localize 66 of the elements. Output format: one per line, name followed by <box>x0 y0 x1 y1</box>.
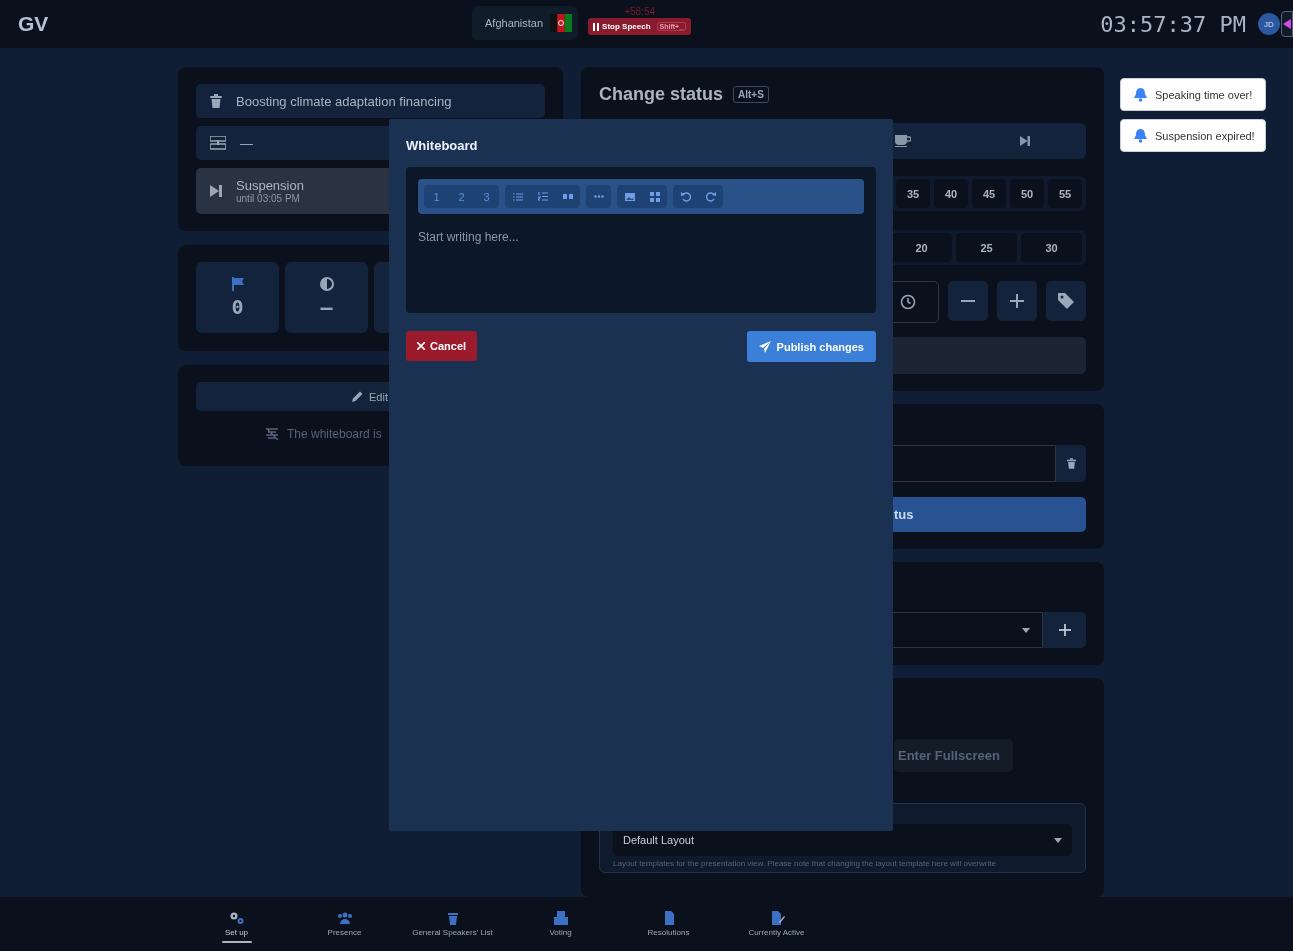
tag-icon <box>1058 293 1074 309</box>
tag-button[interactable] <box>1046 281 1086 321</box>
stat-value: 0 <box>231 294 244 319</box>
minus-icon <box>961 300 975 302</box>
add-button[interactable] <box>1043 612 1086 649</box>
notification-toast: Speaking time over! <box>1120 78 1266 111</box>
cancel-button[interactable]: Cancel <box>406 331 478 361</box>
flag-icon <box>231 276 244 291</box>
caret-icon <box>1022 627 1030 633</box>
paper-plane-icon <box>758 340 771 353</box>
status-until: until 03:05 PM <box>236 193 301 204</box>
clock: 03:57:37 PM <box>1100 11 1246 37</box>
minutes-button[interactable]: 55 <box>1048 179 1082 208</box>
plus-icon <box>1058 624 1071 637</box>
close-icon <box>417 342 425 350</box>
minutes-button[interactable]: 20 <box>891 233 952 262</box>
bell-icon <box>1134 128 1147 143</box>
minutes-button[interactable]: 30 <box>1021 233 1082 262</box>
pencil-icon <box>352 391 363 402</box>
shortcut-hint: Alt+S <box>733 86 769 103</box>
notification-toast: Suspension expired! <box>1120 119 1266 152</box>
flag-icon <box>550 14 573 32</box>
layout-help-text: Layout templates for the presentation view. Please note that changing the layout template here will overwrite <box>613 859 997 869</box>
speech-timer: +58:54 <box>624 6 656 18</box>
skip-forward-icon[interactable] <box>1020 136 1031 146</box>
nav-tab[interactable]: Presence <box>290 897 399 951</box>
status-label: Suspension <box>236 178 304 193</box>
publish-button[interactable]: Publish changes <box>746 331 876 362</box>
nav-tab[interactable]: Set up <box>182 897 291 951</box>
skip-forward-icon <box>210 185 222 197</box>
text-off-icon <box>265 428 279 440</box>
people-icon <box>336 911 353 925</box>
app-logo[interactable]: GV <box>18 12 49 36</box>
plus-icon <box>1010 294 1024 308</box>
minutes-button[interactable]: 40 <box>934 179 968 208</box>
trash-icon <box>210 94 222 108</box>
minutes-button[interactable]: 25 <box>956 233 1017 262</box>
minutes-button[interactable]: 35 <box>896 179 930 208</box>
gears-icon <box>228 911 245 925</box>
pause-icon <box>593 22 600 31</box>
topic-row[interactable]: Boosting climate adaptation financing <box>196 84 545 118</box>
contrast-icon <box>319 276 334 291</box>
nav-tab[interactable]: Currently Active <box>722 897 831 951</box>
empty-whiteboard-note: The whiteboard is <box>287 427 382 441</box>
sidebar-handle[interactable] <box>1281 11 1293 37</box>
trash-icon <box>1066 458 1076 470</box>
nav-tab[interactable]: Resolutions <box>614 897 723 951</box>
dialog-title: Whiteboard <box>406 138 479 153</box>
stat-value: — <box>320 294 333 319</box>
bell-icon <box>1134 87 1147 102</box>
minutes-button[interactable]: 50 <box>1010 179 1044 208</box>
ballot-box-icon <box>552 911 569 925</box>
minutes-button[interactable]: 45 <box>972 179 1006 208</box>
info-value: — <box>240 135 253 151</box>
avatar[interactable]: JD <box>1258 13 1280 35</box>
clock-icon <box>900 294 916 310</box>
nav-tab[interactable]: Voting <box>506 897 615 951</box>
topic-title: Boosting climate adaptation financing <box>236 93 452 109</box>
panel-title: Change status <box>599 84 724 105</box>
podium-icon <box>210 136 226 150</box>
caret-icon <box>1054 837 1062 843</box>
nav-tab[interactable]: General Speakers' List <box>398 897 507 951</box>
delete-button[interactable] <box>1056 445 1086 483</box>
plus-button[interactable] <box>997 281 1037 321</box>
country-name: Afghanistan <box>485 17 544 29</box>
coffee-cup-icon[interactable] <box>895 135 912 147</box>
